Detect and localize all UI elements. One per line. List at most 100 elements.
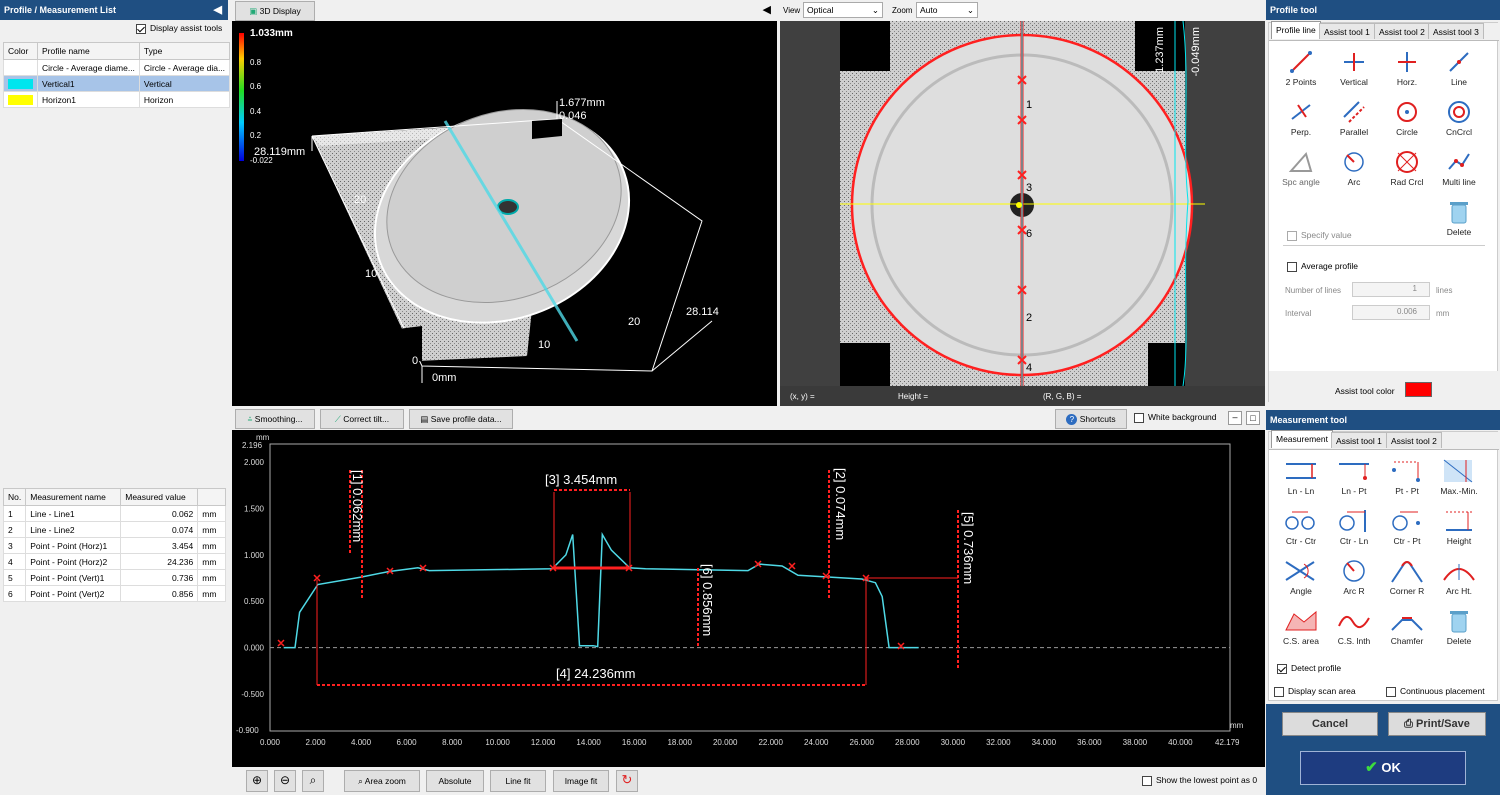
m-unit: mm bbox=[197, 521, 226, 538]
m-unit: mm bbox=[197, 553, 226, 570]
correct-tilt-button[interactable]: ⟋ Correct tilt... bbox=[320, 409, 404, 429]
continuous-placement-checkbox[interactable]: Continuous placement bbox=[1386, 686, 1485, 697]
tool-rad-crcl[interactable]: Rad Crcl bbox=[1382, 149, 1432, 187]
tool-ctr-ln[interactable]: Ctr - Ln bbox=[1329, 508, 1379, 546]
white-bg-check-icon[interactable] bbox=[1134, 412, 1144, 423]
line-fit-button[interactable]: Line fit bbox=[490, 770, 546, 792]
zoom-select[interactable]: Auto ⌄ bbox=[916, 2, 978, 18]
image-fit-button[interactable]: Image fit bbox=[553, 770, 609, 792]
tab-measurement[interactable]: Measurement bbox=[1271, 430, 1333, 448]
3d-tick: 20 bbox=[354, 194, 367, 206]
ok-button[interactable]: ✔ OK bbox=[1300, 751, 1466, 785]
tool-height[interactable]: Height bbox=[1434, 508, 1484, 546]
collapse-3d-icon[interactable]: ◀ bbox=[763, 3, 771, 16]
tab-profile-line[interactable]: Profile line bbox=[1271, 21, 1321, 39]
detect-profile-check-icon[interactable] bbox=[1277, 663, 1287, 674]
tool-measure-delete[interactable]: Delete bbox=[1434, 608, 1484, 646]
continuous-check-icon[interactable] bbox=[1386, 686, 1396, 697]
tool-label: Angle bbox=[1290, 586, 1312, 596]
profile-row[interactable]: Circle - Average diame... Circle - Averag… bbox=[3, 59, 231, 76]
minimize-icon[interactable]: – bbox=[1228, 411, 1242, 425]
tool-angle[interactable]: Angle bbox=[1276, 558, 1326, 596]
tool-multi-line[interactable]: Multi line bbox=[1434, 149, 1484, 187]
measurement-row[interactable]: 2 Line - Line2 0.074 mm bbox=[2, 521, 226, 538]
ln-pt-icon bbox=[1339, 463, 1369, 480]
white-bg-checkbox[interactable]: White background bbox=[1134, 412, 1217, 423]
view-select[interactable]: Optical ⌄ bbox=[803, 2, 883, 18]
tool-circle[interactable]: Circle bbox=[1382, 99, 1432, 137]
collapse-left-icon[interactable]: ◀ bbox=[214, 3, 222, 16]
specify-value-check-icon[interactable] bbox=[1287, 230, 1297, 241]
tab-measure-assist-1[interactable]: Assist tool 1 bbox=[1331, 432, 1387, 448]
smoothing-button[interactable]: ⩮ Smoothing... bbox=[235, 409, 315, 429]
x-tick-label: 34.000 bbox=[1032, 738, 1057, 747]
num-lines-input[interactable]: 1 bbox=[1352, 282, 1430, 297]
shortcuts-button[interactable]: ? Shortcuts bbox=[1055, 409, 1127, 429]
absolute-button[interactable]: Absolute bbox=[426, 770, 484, 792]
measurement-row[interactable]: 1 Line - Line1 0.062 mm bbox=[2, 505, 226, 522]
print-save-button[interactable]: ⎙ Print/Save bbox=[1388, 712, 1486, 736]
3d-view[interactable]: 1.033mm 0.8 0.6 0.4 0.2 -0.022 1.677mm 0… bbox=[232, 21, 777, 406]
area-zoom-button[interactable]: ⌕ Area zoom bbox=[344, 770, 420, 792]
tool-parallel[interactable]: Parallel bbox=[1329, 99, 1379, 137]
assist-color-swatch[interactable] bbox=[1405, 382, 1432, 397]
tool-ctr-pt[interactable]: Ctr - Pt bbox=[1382, 508, 1432, 546]
measurement-row[interactable]: 4 Point - Point (Horz)2 24.236 mm bbox=[2, 553, 226, 570]
tool-arc-r[interactable]: Arc R bbox=[1329, 558, 1379, 596]
height-icon bbox=[1446, 511, 1472, 531]
measurement-row[interactable]: 3 Point - Point (Horz)1 3.454 mm bbox=[2, 537, 226, 554]
3d-display-button[interactable]: ▣ 3D Display bbox=[235, 1, 315, 21]
tool-ctr-ctr[interactable]: Ctr - Ctr bbox=[1276, 508, 1326, 546]
tool-ln-ln[interactable]: Ln - Ln bbox=[1276, 458, 1326, 496]
tool-line[interactable]: Line bbox=[1434, 49, 1484, 87]
tool-spc-angle[interactable]: Spc angle bbox=[1276, 149, 1326, 187]
tool-vertical[interactable]: Vertical bbox=[1329, 49, 1379, 87]
zoom-in-icon[interactable]: ⊕ bbox=[246, 770, 268, 792]
cancel-button[interactable]: Cancel bbox=[1282, 712, 1378, 736]
tool-pt-pt[interactable]: Pt - Pt bbox=[1382, 458, 1432, 496]
profile-row[interactable]: Horizon1 Horizon bbox=[3, 91, 231, 108]
tool-max-min[interactable]: Max.-Min. bbox=[1434, 458, 1484, 496]
tool-delete[interactable]: Delete bbox=[1434, 199, 1484, 237]
tool-perp[interactable]: Perp. bbox=[1276, 99, 1326, 137]
display-assist-checkbox[interactable]: Display assist tools bbox=[136, 23, 222, 34]
lowest-point-checkbox[interactable]: Show the lowest point as 0 bbox=[1142, 775, 1257, 786]
profile-graph[interactable]: 0.000 2.000 4.000 6.000 8.000 10.000 12.000 14.… bbox=[232, 430, 1265, 767]
tool-2-points[interactable]: 2 Points bbox=[1276, 49, 1326, 87]
tool-corner-r[interactable]: Corner R bbox=[1382, 558, 1432, 596]
tab-assist-tool-3[interactable]: Assist tool 3 bbox=[1428, 23, 1484, 39]
zoom-icon[interactable]: ⌕ bbox=[302, 770, 324, 792]
measurement-row[interactable]: 6 Point - Point (Vert)2 0.856 mm bbox=[2, 585, 226, 602]
maximize-icon[interactable]: □ bbox=[1246, 411, 1260, 425]
num-lines-value: 1 bbox=[1412, 284, 1417, 293]
optical-view[interactable]: 1 3 6 2 4 1.237mm -0.049mm (x, y) = Heig… bbox=[780, 20, 1265, 406]
tool-cncrcl[interactable]: CnCrcl bbox=[1434, 99, 1484, 137]
tab-assist-tool-1[interactable]: Assist tool 1 bbox=[1319, 23, 1375, 39]
zoom-out-icon[interactable]: ⊖ bbox=[274, 770, 296, 792]
tool-arc[interactable]: Arc bbox=[1329, 149, 1379, 187]
tool-chamfer[interactable]: Chamfer bbox=[1382, 608, 1432, 646]
tab-measure-assist-2[interactable]: Assist tool 2 bbox=[1386, 432, 1442, 448]
measurement-row[interactable]: 5 Point - Point (Vert)1 0.736 mm bbox=[2, 569, 226, 586]
x-tick-label: 10.000 bbox=[485, 738, 510, 747]
save-profile-button[interactable]: ▤ Save profile data... bbox=[409, 409, 513, 429]
tool-ln-pt[interactable]: Ln - Pt bbox=[1329, 458, 1379, 496]
refresh-icon[interactable]: ↻ bbox=[616, 770, 638, 792]
tool-cs-lnth[interactable]: C.S. lnth bbox=[1329, 608, 1379, 646]
profile-color bbox=[3, 59, 38, 76]
tool-horz[interactable]: Horz. bbox=[1382, 49, 1432, 87]
profile-row[interactable]: Vertical1 Vertical bbox=[3, 75, 231, 92]
interval-input[interactable]: 0.006 bbox=[1352, 305, 1430, 320]
display-scan-check-icon[interactable] bbox=[1274, 686, 1284, 697]
tool-cs-area[interactable]: C.S. area bbox=[1276, 608, 1326, 646]
tool-arc-ht[interactable]: Arc Ht. bbox=[1434, 558, 1484, 596]
lowest-point-check-icon[interactable] bbox=[1142, 775, 1152, 786]
specify-value-checkbox[interactable]: Specify value bbox=[1287, 230, 1352, 241]
detect-profile-checkbox[interactable]: Detect profile bbox=[1277, 663, 1341, 674]
annotation-6: [6] 0.856mm bbox=[700, 564, 715, 637]
display-assist-check-icon[interactable] bbox=[136, 23, 146, 34]
tab-assist-tool-2[interactable]: Assist tool 2 bbox=[1374, 23, 1430, 39]
average-profile-check-icon[interactable] bbox=[1287, 261, 1297, 272]
average-profile-checkbox[interactable]: Average profile bbox=[1287, 261, 1358, 272]
display-scan-checkbox[interactable]: Display scan area bbox=[1274, 686, 1356, 697]
